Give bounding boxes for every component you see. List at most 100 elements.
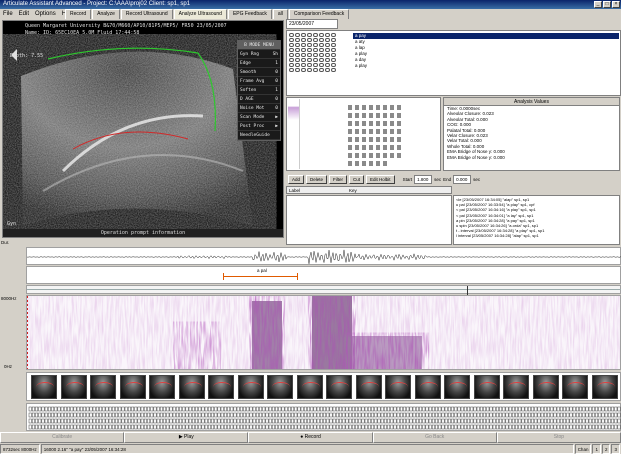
chan-3-toggle[interactable]: 3: [611, 444, 620, 454]
go-back-button[interactable]: Go Back: [372, 432, 497, 443]
tab-analyze[interactable]: Analyze: [92, 9, 120, 19]
list-item[interactable]: a play: [353, 63, 619, 69]
epg-frame-cell: [115, 424, 119, 430]
ultrasound-thumbnail[interactable]: [267, 375, 293, 399]
overview-scroller[interactable]: [26, 285, 621, 295]
ultrasound-thumbnail[interactable]: [355, 375, 382, 399]
annotation-end-marker[interactable]: [297, 273, 298, 280]
tab-epg-feedback[interactable]: EPG Feedback: [227, 9, 272, 19]
cursor-marker[interactable]: [467, 286, 468, 295]
ultrasound-thumbnail[interactable]: [414, 375, 441, 399]
ultrasound-thumbnail[interactable]: [385, 375, 411, 399]
maximize-button[interactable]: □: [603, 1, 611, 8]
epg-frame-cell: [278, 418, 282, 424]
epg-frame-cell: [518, 406, 522, 412]
list-item[interactable]: l interval [23/05/2007 16:34:28] "alap" …: [456, 233, 617, 238]
annotation-span[interactable]: [223, 276, 297, 277]
epg-list[interactable]: a pay a aty a lap a play a day a play: [353, 33, 619, 69]
epg-frame-cell: [207, 412, 211, 418]
ultrasound-view[interactable]: Queen Margaret University B&70/M660/AP10…: [2, 20, 284, 238]
epg-frame-cell: [454, 406, 458, 412]
tab-record[interactable]: Record: [65, 9, 92, 19]
bmode-menu-item[interactable]: Gyn Rng Sh: [238, 50, 280, 59]
bmode-menu-item[interactable]: Frame Avg 0: [238, 77, 280, 86]
palate-electrode: [368, 112, 374, 119]
tab-comparison-feedback[interactable]: Comparison Feedback: [288, 9, 350, 19]
ultrasound-thumbnail[interactable]: [60, 375, 87, 399]
annotation-start-marker[interactable]: [223, 273, 224, 280]
minimize-button[interactable]: _: [594, 1, 602, 8]
calibrate-button[interactable]: Calibrate: [0, 432, 125, 443]
ultrasound-thumbnail[interactable]: [90, 375, 116, 399]
epg-frame-cell: [390, 418, 394, 424]
tab-all[interactable]: all: [272, 9, 288, 19]
epg-frame-strip[interactable]: [26, 403, 621, 431]
ultrasound-thumbnail[interactable]: [562, 375, 588, 399]
tab-analyze-ultrasound[interactable]: Analyze Ultrasound: [173, 9, 227, 19]
start-field[interactable]: 1.800: [414, 174, 433, 184]
ultrasound-thumbnail-strip[interactable]: [26, 372, 621, 401]
bmode-menu-item[interactable]: Smooth 0: [238, 68, 280, 77]
ultrasound-thumbnail[interactable]: [119, 375, 146, 399]
epg-frame-cell: [111, 418, 115, 424]
filter-button[interactable]: Filter: [329, 174, 348, 184]
ultrasound-thumbnail[interactable]: [149, 375, 175, 399]
ultrasound-thumbnail[interactable]: [503, 375, 529, 399]
play-button[interactable]: ▶ Play: [124, 432, 249, 443]
stop-button[interactable]: Stop: [496, 432, 621, 443]
bmode-menu-item[interactable]: Edge 1: [238, 59, 280, 68]
epg-frame-cell: [438, 412, 442, 418]
epg-frame-cell: [444, 418, 448, 424]
epg-frame-cell: [303, 424, 307, 430]
epg-frame-cell: [60, 412, 64, 418]
epg-frame-cell: [399, 412, 403, 418]
bmode-menu-item[interactable]: Post Proc ▶: [238, 122, 280, 131]
end-field[interactable]: 0.000: [453, 174, 472, 184]
epg-frame-cell: [534, 424, 538, 430]
bmode-menu-item[interactable]: NeedleGuide: [238, 131, 280, 140]
chan-2-toggle[interactable]: 2: [601, 444, 611, 454]
ultrasound-thumbnail[interactable]: [296, 375, 323, 399]
bmode-menu-item[interactable]: D AGE 0: [238, 95, 280, 104]
ultrasound-thumbnail[interactable]: [237, 375, 264, 399]
ultrasound-thumbnail[interactable]: [532, 375, 559, 399]
menu-file[interactable]: File: [0, 11, 16, 17]
bmode-menu-item[interactable]: Scan Mode ▶: [238, 113, 280, 122]
spectrogram[interactable]: [26, 295, 621, 370]
delete-button[interactable]: Delete: [306, 174, 328, 184]
cut-button[interactable]: Cut: [349, 174, 365, 184]
tab-record-ultrasound[interactable]: Record Ultrasound: [120, 9, 173, 19]
chan-1-toggle[interactable]: 1: [592, 444, 601, 454]
ultrasound-thumbnail[interactable]: [473, 375, 500, 399]
waveform-track[interactable]: [26, 247, 621, 265]
epg-frame-cell: [140, 418, 144, 424]
recordings-list[interactable]: <le [23/05/2007 16:34:05] "alap" sp1, sp…: [453, 195, 620, 245]
menu-edit[interactable]: Edit: [16, 11, 32, 17]
menu-options[interactable]: Options: [32, 11, 59, 17]
ultrasound-thumbnail[interactable]: [444, 375, 470, 399]
epg-frame-cell: [124, 424, 128, 430]
close-button[interactable]: ×: [612, 1, 620, 8]
bmode-menu-item[interactable]: Soften 1: [238, 86, 280, 95]
epg-date-field[interactable]: 23/05/2007: [286, 19, 338, 29]
epg-frame-cell: [131, 418, 135, 424]
record-button[interactable]: ● Record: [248, 432, 373, 443]
epg-frame-cell: [473, 412, 477, 418]
epg-frame-cell: [28, 412, 32, 418]
epg-frame-cell: [51, 424, 55, 430]
ultrasound-thumbnail[interactable]: [31, 375, 57, 399]
ultrasound-thumbnail[interactable]: [178, 375, 205, 399]
epg-frame-cell: [531, 418, 535, 424]
ultrasound-thumbnail[interactable]: [591, 375, 618, 399]
edit-holbit-button[interactable]: Edit Holbit: [366, 174, 395, 184]
epg-frame-cell: [339, 412, 343, 418]
add-button[interactable]: Add: [288, 174, 305, 184]
epg-frame-cell: [572, 424, 576, 430]
annotation-list[interactable]: [286, 195, 452, 245]
ultrasound-thumbnail[interactable]: [208, 375, 234, 399]
bmode-menu-item[interactable]: Noise Mot 0: [238, 104, 280, 113]
annotation-track[interactable]: a pal: [26, 266, 621, 284]
ultrasound-thumbnail[interactable]: [326, 375, 352, 399]
epg-frame-cell: [211, 412, 215, 418]
epg-frame-cell: [118, 406, 122, 412]
